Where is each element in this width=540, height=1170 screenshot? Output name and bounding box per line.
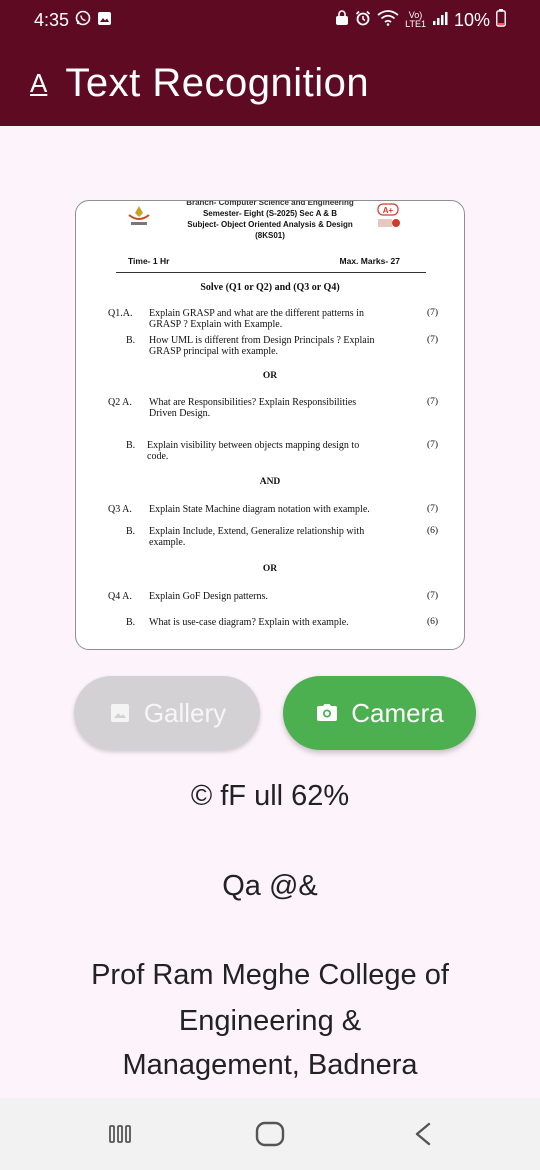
question-marks: (7) xyxy=(427,308,439,318)
question-text: Explain visibility between objects mappi… xyxy=(147,440,360,451)
question-marks: (7) xyxy=(427,440,439,450)
question-label: Q2 A. xyxy=(108,397,132,408)
lte-indicator: Vo) LTE1 xyxy=(405,11,426,29)
question-text: code. xyxy=(147,451,169,462)
gallery-button-label: Gallery xyxy=(143,697,227,728)
wifi-icon xyxy=(377,9,399,31)
question-marks: (7) xyxy=(427,397,439,407)
question-marks: (7) xyxy=(427,504,439,514)
battery-percent: 10% xyxy=(453,9,490,30)
status-bar: 4:35 Vo) LTE1 10% xyxy=(0,0,540,40)
exam-subject: Subject- Object Oriented Analysis & Desi… xyxy=(187,220,353,229)
question-text: Explain State Machine diagram notation w… xyxy=(149,504,370,515)
or-separator: OR xyxy=(262,371,278,381)
text-recognition-icon: A xyxy=(30,67,48,98)
app-title: Text Recognition xyxy=(65,60,370,105)
question-text: How UML is different from Design Princip… xyxy=(149,335,375,346)
question-marks: (6) xyxy=(427,617,439,627)
signal-icon xyxy=(432,10,448,31)
question-text: example. xyxy=(149,537,186,548)
system-navigation-bar xyxy=(0,1098,540,1170)
exam-code: (8KS01) xyxy=(255,231,285,240)
lte-bottom-label: LTE1 xyxy=(405,19,426,29)
home-icon xyxy=(255,1121,285,1147)
or-separator: OR xyxy=(262,564,278,574)
camera-button[interactable]: Camera xyxy=(283,676,476,750)
exam-instruction: Solve (Q1 or Q2) and (Q3 or Q4) xyxy=(200,282,340,293)
back-icon xyxy=(415,1122,431,1146)
lock-icon xyxy=(335,9,349,31)
question-text: GRASP ? Explain with Example. xyxy=(149,319,283,330)
question-text: Explain GoF Design patterns. xyxy=(149,591,268,602)
camera-button-label: Camera xyxy=(351,697,444,728)
exam-max-marks: Max. Marks- 27 xyxy=(339,256,400,266)
question-text: What is use-case diagram? Explain with e… xyxy=(149,617,349,628)
gallery-notification-icon xyxy=(97,10,112,31)
recognized-text-line: Management, Badnera xyxy=(122,1049,418,1081)
gallery-button[interactable]: Gallery xyxy=(74,676,260,750)
camera-icon xyxy=(317,704,338,721)
question-label: Q3 A. xyxy=(108,504,132,515)
recognized-text-line: Engineering & xyxy=(178,1005,362,1037)
question-text: Explain Include, Extend, Generalize rela… xyxy=(149,526,365,537)
exam-semester: Semester- Eight (S-2025) Sec A & B xyxy=(202,209,338,218)
app-bar: A Text Recognition xyxy=(0,40,540,126)
recognized-text-line: © fF ull 62% xyxy=(190,780,350,812)
question-text: What are Responsibilities? Explain Respo… xyxy=(149,397,357,408)
question-label: B. xyxy=(126,335,136,346)
exam-branch: Branch- Computer Science and Engineering xyxy=(186,200,354,207)
image-icon xyxy=(110,704,129,722)
recent-apps-icon xyxy=(109,1125,131,1143)
exam-header: Branch- Computer Science and Engineering… xyxy=(76,201,464,241)
and-separator: AND xyxy=(259,477,281,487)
question-label: Q4 A. xyxy=(108,591,132,602)
question-text: Driven Design. xyxy=(149,408,211,419)
question-marks: (7) xyxy=(427,591,439,601)
question-label: B. xyxy=(126,440,136,451)
document-image-preview: A+ Branch- Computer Science and Engineer… xyxy=(75,200,465,650)
question-label: Q1.A. xyxy=(108,308,133,319)
question-marks: (7) xyxy=(427,335,439,345)
question-marks: (6) xyxy=(427,526,439,536)
exam-meta-row: Time- 1 Hr Max. Marks- 27 xyxy=(128,256,400,266)
exam-time: Time- 1 Hr xyxy=(128,256,170,266)
recent-apps-button[interactable] xyxy=(100,1118,140,1150)
whatsapp-icon xyxy=(75,10,91,31)
status-time: 4:35 xyxy=(34,9,70,30)
battery-icon xyxy=(496,8,506,32)
recognized-text-line: Qa @& xyxy=(222,870,318,902)
question-text: GRASP principal with example. xyxy=(149,346,279,357)
question-label: B. xyxy=(126,617,136,628)
recognized-text-line: Prof Ram Meghe College of xyxy=(91,959,449,991)
divider xyxy=(116,272,426,273)
home-button[interactable] xyxy=(250,1118,290,1150)
back-button[interactable] xyxy=(403,1118,443,1150)
question-label: B. xyxy=(126,526,136,537)
alarm-icon xyxy=(355,10,371,31)
question-text: Explain GRASP and what are the different… xyxy=(149,308,364,319)
